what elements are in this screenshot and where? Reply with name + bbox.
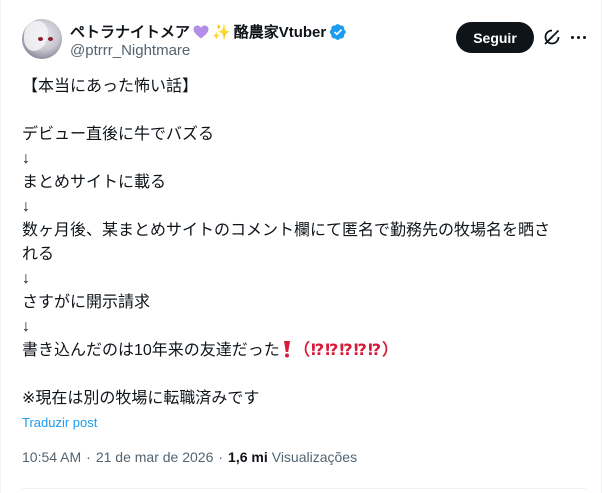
tweet-line: ※現在は別の牧場に転職済みです bbox=[22, 390, 260, 407]
tweet-line: れる bbox=[22, 246, 55, 263]
tweet-date[interactable]: 21 de mar de 2026 bbox=[96, 449, 214, 465]
tweet-line bbox=[22, 99, 592, 123]
avatar[interactable] bbox=[22, 19, 62, 59]
more-options-icon[interactable] bbox=[567, 27, 589, 47]
tweet-time[interactable]: 10:54 AM bbox=[22, 449, 81, 465]
display-name-row[interactable]: ペトラナイトメア ✨ 酪農家Vtuber bbox=[70, 21, 347, 42]
user-handle[interactable]: @ptrrr_Nightmare bbox=[70, 42, 190, 59]
tweet-line-text: 書き込んだのは10年来の友達だった bbox=[22, 342, 280, 359]
tweet-line: 数ヶ月後、某まとめサイトのコメント欄にて匿名で勤務先の牧場名を晒さ bbox=[22, 222, 551, 239]
verified-badge-icon[interactable] bbox=[329, 23, 347, 41]
meta-separator: · bbox=[86, 449, 91, 465]
tweet-line: まとめサイトに載る bbox=[22, 174, 167, 191]
tweet-line: さすがに開示請求 bbox=[22, 294, 151, 311]
tweet-header: ペトラナイトメア ✨ 酪農家Vtuber @ptrrr_Nightmare Se… bbox=[1, 0, 602, 72]
red-exclamation-icon bbox=[282, 340, 292, 358]
tweet-line: ↓ bbox=[22, 318, 30, 335]
tweet-line: ↓ bbox=[22, 150, 30, 167]
views-label: Visualizações bbox=[271, 449, 358, 465]
tweet-text: 【本当にあった怖い話】 デビュー直後に牛でバズる ↓ まとめサイトに載る ↓ 数… bbox=[22, 75, 592, 411]
grok-icon[interactable] bbox=[543, 28, 561, 46]
display-name[interactable]: ペトラナイトメア bbox=[70, 21, 190, 42]
follow-button[interactable]: Seguir bbox=[456, 22, 534, 53]
meta-separator: · bbox=[218, 449, 224, 465]
display-name-suffix[interactable]: 酪農家Vtuber bbox=[234, 21, 327, 42]
interrobang-emojis: （⁉⁉⁉⁉⁉） bbox=[293, 342, 400, 359]
sparkles-icon: ✨ bbox=[212, 23, 231, 41]
tweet-line: ↓ bbox=[22, 198, 30, 215]
translate-post-link[interactable]: Traduzir post bbox=[22, 415, 97, 430]
divider bbox=[22, 488, 586, 489]
tweet-line: デビュー直後に牛でバズる bbox=[22, 126, 215, 143]
tweet-line: ↓ bbox=[22, 270, 30, 287]
tweet-line-with-emoji: 書き込んだのは10年来の友達だった （⁉⁉⁉⁉⁉） bbox=[22, 339, 592, 363]
purple-heart-icon bbox=[193, 25, 209, 39]
tweet-metadata: 10:54 AM · 21 de mar de 2026 · 1,6 mi Vi… bbox=[22, 449, 357, 465]
tweet-line: 【本当にあった怖い話】 bbox=[22, 78, 199, 95]
tweet-line bbox=[22, 363, 592, 387]
views-count[interactable]: 1,6 mi bbox=[228, 449, 268, 465]
